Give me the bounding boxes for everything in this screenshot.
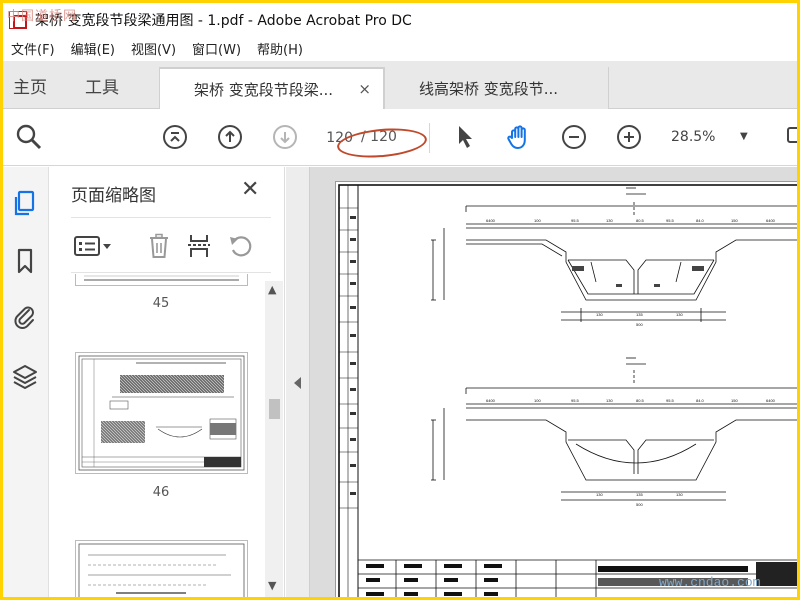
thumbnail-page-45[interactable]	[75, 274, 248, 286]
svg-text:135: 135	[636, 492, 643, 497]
svg-text:500: 500	[636, 322, 643, 327]
zoom-level-select[interactable]: 28.5%	[671, 129, 751, 145]
corner-watermark: 中国道桥网	[7, 9, 78, 24]
document-viewport[interactable]: 6400 100 95.5 130 80.5 95.5 84.0 150 6400 130 1…	[310, 167, 797, 597]
thumbnail-list: 45 46	[49, 274, 273, 597]
menu-file[interactable]: 文件(F)	[5, 39, 61, 58]
tab-row: 主页 工具 架桥 变宽段节段梁... × 线高架桥 变宽段节...	[3, 61, 797, 109]
svg-text:6400: 6400	[766, 218, 776, 223]
svg-text:135: 135	[636, 312, 643, 317]
bookmark-icon[interactable]	[11, 247, 39, 275]
thumbnail-label: 46	[152, 485, 170, 500]
svg-text:100: 100	[534, 218, 541, 223]
close-panel-icon[interactable]: ✕	[241, 177, 259, 202]
extract-page-icon[interactable]	[185, 232, 213, 260]
window-title: 架桥 变宽段节段梁通用图 - 1.pdf - Adobe Acrobat Pro…	[35, 12, 412, 29]
svg-text:130: 130	[596, 492, 603, 497]
first-page-icon[interactable]	[161, 123, 189, 151]
rotate-page-icon[interactable]	[227, 232, 255, 260]
tab-tools[interactable]: 工具	[85, 61, 119, 109]
document-tab-label: 架桥 变宽段节段梁...	[194, 80, 334, 99]
zoom-in-icon[interactable]	[615, 123, 643, 151]
chevron-down-icon[interactable]: ▼	[268, 579, 276, 592]
select-arrow-icon[interactable]	[451, 123, 479, 151]
svg-text:95.5: 95.5	[666, 218, 675, 223]
thumbnail-page-47[interactable]	[75, 540, 248, 597]
svg-text:130: 130	[596, 312, 603, 317]
svg-text:95.5: 95.5	[571, 218, 580, 223]
menu-help[interactable]: 帮助(H)	[251, 39, 309, 58]
attachment-icon[interactable]	[11, 303, 39, 331]
svg-text:100: 100	[534, 398, 541, 403]
scrollbar-thumb[interactable]	[269, 399, 280, 419]
search-zoom-icon[interactable]	[15, 123, 43, 151]
zoom-out-icon[interactable]	[560, 123, 588, 151]
svg-text:95.5: 95.5	[571, 398, 580, 403]
svg-text:130: 130	[606, 218, 613, 223]
panel-toolbar	[71, 217, 271, 273]
next-page-icon[interactable]	[271, 123, 299, 151]
navigation-rail	[3, 167, 49, 597]
document-tab-active[interactable]: 架桥 变宽段节段梁... ×	[159, 67, 384, 109]
svg-text:84.0: 84.0	[696, 218, 705, 223]
document-tab-label: 线高架桥 变宽段节...	[419, 79, 559, 98]
hand-icon[interactable]	[505, 123, 533, 151]
menu-edit[interactable]: 编辑(E)	[65, 39, 121, 58]
svg-text:130: 130	[606, 398, 613, 403]
svg-text:80.5: 80.5	[636, 398, 645, 403]
site-watermark: www.cndao.com	[659, 575, 761, 590]
page-thumbnails-icon[interactable]	[11, 189, 39, 217]
close-tab-icon[interactable]: ×	[358, 80, 371, 98]
panel-collapse-strip[interactable]	[286, 167, 310, 597]
thumbnail-panel: 页面缩略图 ✕ 45 46 ▲ ▼	[49, 167, 285, 597]
main-toolbar: / 120 28.5% ▼	[3, 109, 797, 166]
title-bar: 架桥 变宽段节段梁通用图 - 1.pdf - Adobe Acrobat Pro…	[3, 3, 797, 36]
thumbnail-page-46[interactable]	[75, 352, 248, 474]
svg-text:150: 150	[731, 218, 738, 223]
acrobat-window: 架桥 变宽段节段梁通用图 - 1.pdf - Adobe Acrobat Pro…	[3, 3, 797, 597]
toolbar-divider	[429, 123, 430, 153]
delete-page-icon[interactable]	[145, 232, 173, 260]
chevron-down-icon[interactable]: ▼	[740, 131, 748, 142]
chevron-up-icon[interactable]: ▲	[268, 283, 276, 296]
svg-text:130: 130	[676, 312, 683, 317]
menu-view[interactable]: 视图(V)	[125, 39, 182, 58]
document-tab-inactive[interactable]: 线高架桥 变宽段节...	[384, 67, 609, 109]
svg-text:130: 130	[676, 492, 683, 497]
previous-page-icon[interactable]	[216, 123, 244, 151]
layers-icon[interactable]	[11, 363, 39, 391]
svg-text:6400: 6400	[486, 398, 496, 403]
comment-icon[interactable]	[779, 123, 797, 151]
thumbnail-options-icon[interactable]	[73, 232, 113, 260]
svg-text:80.5: 80.5	[636, 218, 645, 223]
panel-title: 页面缩略图	[71, 186, 156, 206]
thumbnail-scrollbar[interactable]: ▲ ▼	[265, 281, 283, 597]
thumbnail-label: 45	[152, 296, 170, 311]
collapse-arrow-icon[interactable]	[294, 377, 301, 389]
pdf-page: 6400 100 95.5 130 80.5 95.5 84.0 150 6400 130 1…	[335, 181, 797, 597]
svg-text:95.5: 95.5	[666, 398, 675, 403]
svg-text:84.0: 84.0	[696, 398, 705, 403]
svg-text:150: 150	[731, 398, 738, 403]
menu-window[interactable]: 窗口(W)	[186, 39, 247, 58]
bridge-drawing: 6400 100 95.5 130 80.5 95.5 84.0 150 6400 130 1…	[338, 184, 797, 597]
menu-bar: 文件(F) 编辑(E) 视图(V) 窗口(W) 帮助(H)	[3, 36, 797, 61]
svg-text:6400: 6400	[766, 398, 776, 403]
svg-text:6400: 6400	[486, 218, 496, 223]
svg-text:500: 500	[636, 502, 643, 507]
tab-home[interactable]: 主页	[13, 61, 47, 109]
